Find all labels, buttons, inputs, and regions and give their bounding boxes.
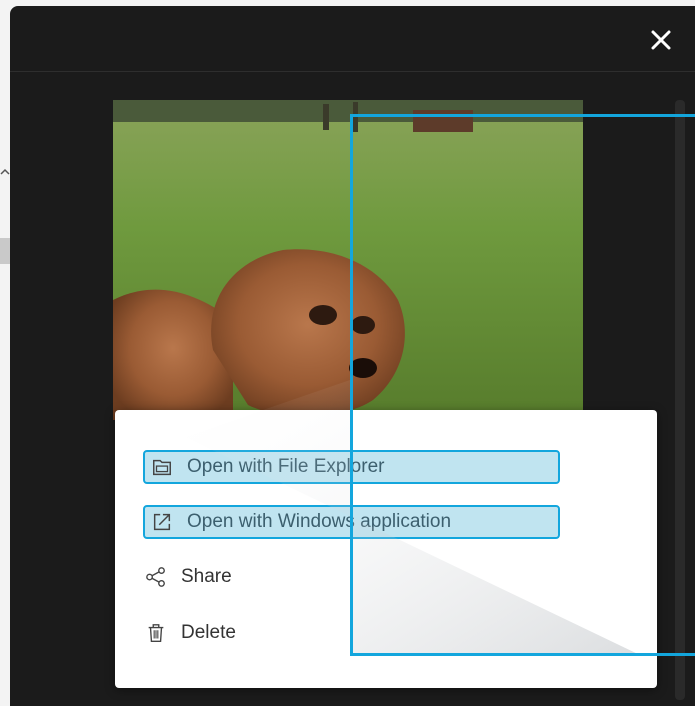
share-icon (143, 564, 169, 590)
scrollbar[interactable] (675, 100, 685, 700)
close-button[interactable] (647, 26, 675, 54)
image-viewer-panel: Open with File Explorer Open with Window… (10, 6, 695, 706)
menu-item-open-with-windows-application[interactable]: Open with Windows application (143, 505, 560, 539)
menu-item-label: Open with File Explorer (187, 456, 385, 477)
context-menu: Open with File Explorer Open with Window… (115, 410, 657, 688)
menu-item-label: Open with Windows application (187, 511, 452, 532)
folder-drive-icon (149, 454, 175, 480)
caret-up-icon (0, 166, 10, 180)
trash-icon (143, 620, 169, 646)
background-chip (0, 238, 10, 264)
dog-photo (113, 100, 583, 420)
open-external-icon (149, 509, 175, 535)
menu-item-label: Share (181, 566, 232, 587)
menu-item-share[interactable]: Share (143, 560, 232, 594)
viewer-header (10, 6, 695, 72)
menu-item-delete[interactable]: Delete (143, 616, 236, 650)
close-icon (651, 30, 671, 50)
menu-item-label: Delete (181, 622, 236, 643)
menu-item-open-with-file-explorer[interactable]: Open with File Explorer (143, 450, 560, 484)
